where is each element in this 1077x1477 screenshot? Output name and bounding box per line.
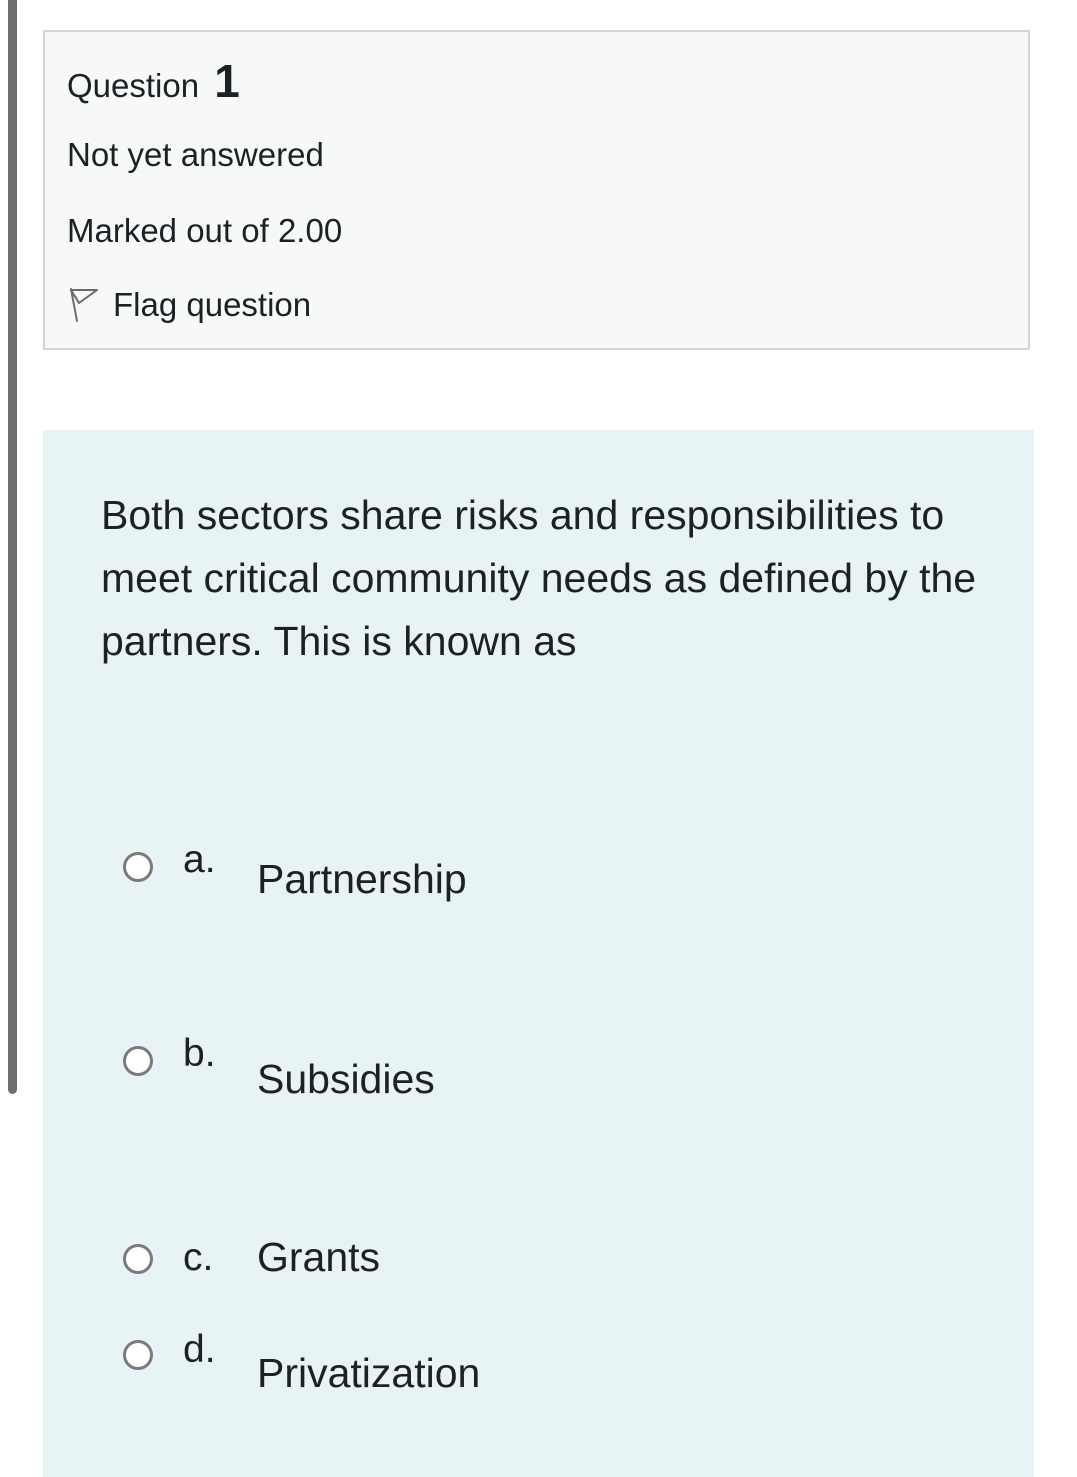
- question-content-panel: Both sectors share risks and responsibil…: [43, 430, 1034, 1477]
- option-label-b: Subsidies: [257, 1056, 435, 1102]
- question-number: 1: [214, 55, 240, 107]
- option-label-c: Grants: [257, 1234, 381, 1280]
- option-label-d: Privatization: [257, 1350, 481, 1396]
- option-label-a: Partnership: [257, 856, 467, 902]
- answer-option-b[interactable]: b. Subsidies: [123, 1032, 923, 1118]
- radio-button-b[interactable]: [123, 1046, 153, 1076]
- radio-button-a[interactable]: [123, 852, 153, 882]
- flag-question-label: Flag question: [113, 286, 312, 323]
- question-label: Question: [67, 67, 200, 104]
- flag-question-button[interactable]: Flag question: [67, 286, 311, 324]
- answer-option-c[interactable]: c. Grants: [123, 1234, 923, 1318]
- answer-option-d[interactable]: d. Privatization: [123, 1328, 923, 1420]
- question-info-panel: Question 1 Not yet answered Marked out o…: [43, 30, 1030, 350]
- radio-button-c[interactable]: [123, 1244, 153, 1274]
- question-status: Not yet answered: [67, 136, 324, 173]
- answer-option-a[interactable]: a. Partnership: [123, 838, 923, 918]
- option-letter-c: c.: [183, 1236, 214, 1279]
- option-letter-a: a.: [183, 838, 216, 881]
- page-scrollbar[interactable]: [8, 0, 17, 1094]
- question-title: Question 1: [67, 54, 240, 108]
- question-text: Both sectors share risks and responsibil…: [101, 492, 977, 664]
- flag-icon: [70, 288, 98, 322]
- option-letter-b: b.: [183, 1032, 216, 1075]
- radio-button-d[interactable]: [123, 1340, 153, 1370]
- question-marks: Marked out of 2.00: [67, 212, 343, 249]
- option-letter-d: d.: [183, 1328, 216, 1371]
